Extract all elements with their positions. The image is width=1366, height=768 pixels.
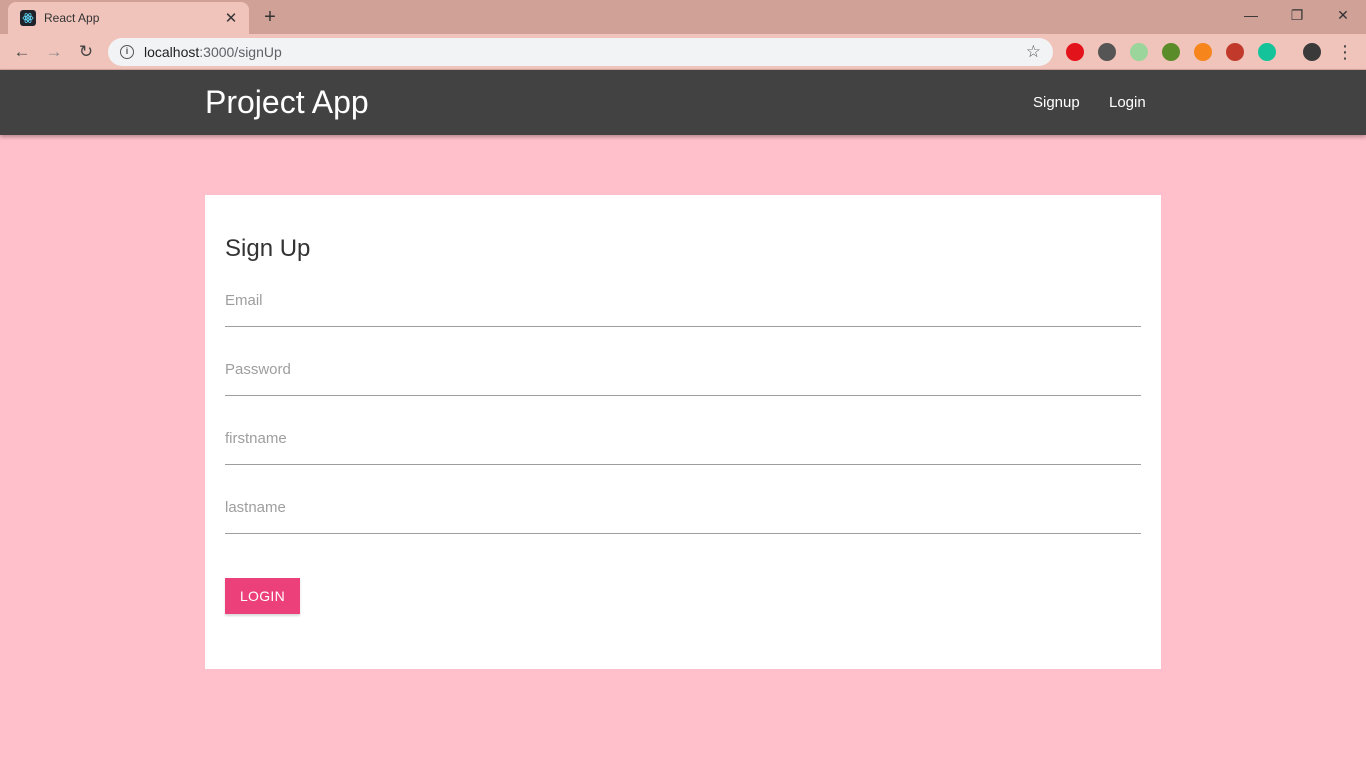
opera-adblock-icon[interactable] xyxy=(1066,43,1084,61)
restore-window-icon[interactable]: ❐ xyxy=(1274,2,1320,28)
firstname-placeholder: firstname xyxy=(225,430,287,447)
reload-icon[interactable]: ↻ xyxy=(74,40,98,64)
email-placeholder: Email xyxy=(225,292,263,309)
earth-icon[interactable] xyxy=(1162,43,1180,61)
back-icon[interactable]: ← xyxy=(10,40,34,64)
bookmark-star-icon[interactable]: ☆ xyxy=(1026,42,1041,62)
json-formatter-icon[interactable] xyxy=(1098,43,1116,61)
signup-card: Sign Up Email Password firstname lastnam… xyxy=(205,195,1161,669)
tab-title: React App xyxy=(44,11,100,25)
lastname-placeholder: lastname xyxy=(225,499,286,516)
site-info-icon[interactable]: i xyxy=(120,45,134,59)
app-navbar: Project App Signup Login xyxy=(0,70,1366,135)
chrome-menu-icon[interactable]: ⋮ xyxy=(1333,40,1357,64)
password-field[interactable]: Password xyxy=(225,354,1141,396)
login-button[interactable]: LOGIN xyxy=(225,578,300,614)
browser-toolbar: ← → ↻ i localhost:3000/signUp ☆ ⋮ xyxy=(0,34,1366,70)
email-field[interactable]: Email xyxy=(225,285,1141,327)
browser-tab-strip: React App ✕ + — ❐ ✕ xyxy=(0,0,1366,34)
browser-tab[interactable]: React App ✕ xyxy=(8,2,249,34)
firstname-field[interactable]: firstname xyxy=(225,423,1141,465)
form-title: Sign Up xyxy=(225,235,311,262)
close-window-icon[interactable]: ✕ xyxy=(1320,2,1366,28)
address-bar[interactable]: i localhost:3000/signUp ☆ xyxy=(108,38,1053,66)
forward-icon[interactable]: → xyxy=(42,40,66,64)
brand-logo[interactable]: Project App xyxy=(205,84,369,121)
metamask-icon[interactable] xyxy=(1194,43,1212,61)
password-placeholder: Password xyxy=(225,361,291,378)
nav-link-signup[interactable]: Signup xyxy=(1033,94,1080,111)
tab-close-icon[interactable]: ✕ xyxy=(223,9,239,27)
react-favicon-icon xyxy=(20,10,36,26)
grammarly-icon[interactable] xyxy=(1258,43,1276,61)
minimize-window-icon[interactable]: — xyxy=(1228,2,1274,28)
new-tab-icon[interactable]: + xyxy=(258,6,282,28)
nav-link-login[interactable]: Login xyxy=(1109,94,1146,111)
lastname-field[interactable]: lastname xyxy=(225,492,1141,534)
url-text[interactable]: localhost:3000/signUp xyxy=(144,44,1026,60)
screenshot-icon[interactable] xyxy=(1226,43,1244,61)
profile-avatar-icon[interactable] xyxy=(1303,43,1321,61)
colorzilla-icon[interactable] xyxy=(1130,43,1148,61)
